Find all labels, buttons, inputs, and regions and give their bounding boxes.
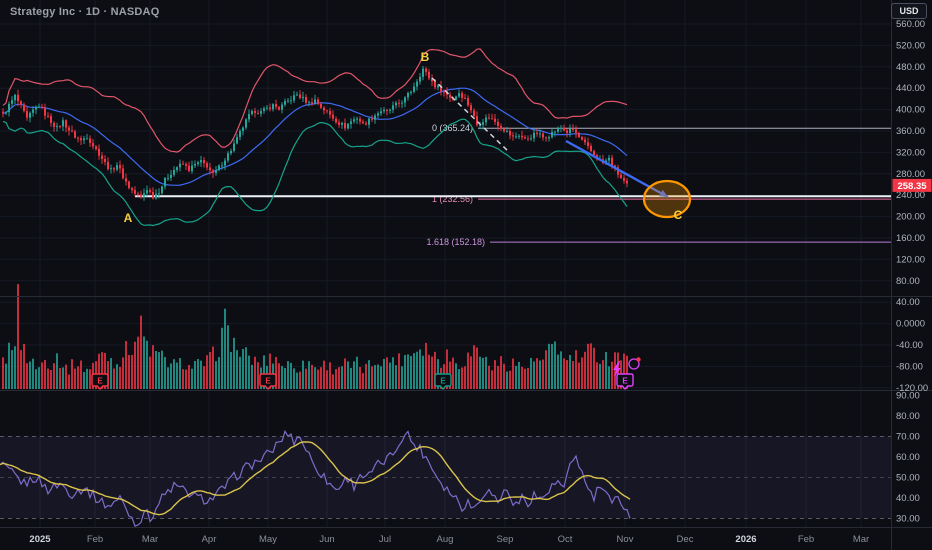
time-tick-label: Dec — [677, 534, 694, 545]
rsi-tick-label: 50.00 — [896, 473, 920, 484]
time-axis[interactable]: 2025 Feb Mar Apr May Jun Jul Aug Sep Oct Nov Dec 202… — [29, 534, 869, 545]
time-tick-label: Aug — [437, 534, 454, 545]
time-tick-label: Nov — [617, 534, 634, 545]
time-tick-label: May — [259, 534, 277, 545]
rsi-tick-label: 60.00 — [896, 452, 920, 463]
wave-label-b[interactable]: B — [421, 50, 430, 64]
svg-text:E: E — [622, 377, 628, 386]
time-tick-label: Mar — [142, 534, 158, 545]
wave-label-a[interactable]: A — [124, 211, 133, 225]
price-tick-label: 480.00 — [896, 62, 925, 73]
time-tick-label: Feb — [798, 534, 814, 545]
tradingview-window: 0 (365.24) 1 (232.56) 1.618 (152.18) E E E E A B… — [0, 0, 932, 550]
time-tick-label: Feb — [87, 534, 103, 545]
price-tick-label: 520.00 — [896, 40, 925, 51]
price-tick-label: 360.00 — [896, 126, 925, 137]
price-tick-label: 200.00 — [896, 212, 925, 223]
price-tick-label: 80.00 — [896, 276, 920, 287]
time-tick-label: Sep — [497, 534, 514, 545]
price-tick-label: 120.00 — [896, 254, 925, 265]
rsi-tick-label: 40.00 — [896, 493, 920, 504]
chart-canvas[interactable]: 0 (365.24)1 (232.56)1.618 (152.18)E E E EAB… — [0, 0, 932, 550]
alert-dot-icon — [636, 357, 641, 362]
time-tick-label: 2026 — [735, 534, 756, 545]
price-tick-label: 320.00 — [896, 147, 925, 158]
price-tick-label: 40.00 — [896, 297, 920, 308]
fib-level-label-2: 1.618 (152.18) — [426, 237, 485, 247]
highlight-circle[interactable] — [642, 179, 692, 219]
price-tick-label: -80.00 — [896, 361, 923, 372]
price-tick-label: 0.0000 — [896, 319, 925, 330]
wave-label-c[interactable]: C — [674, 208, 683, 222]
price-tick-label: 560.00 — [896, 19, 925, 30]
time-tick-label: Apr — [202, 534, 217, 545]
price-tick-label: 440.00 — [896, 83, 925, 94]
time-tick-label: Jul — [379, 534, 391, 545]
svg-text:E: E — [97, 377, 103, 386]
fib-level-label-0: 0 (365.24) — [432, 123, 473, 133]
svg-text:E: E — [440, 377, 446, 386]
price-tick-label: 400.00 — [896, 105, 925, 116]
time-tick-label: Oct — [558, 534, 573, 545]
time-tick-label: Mar — [853, 534, 869, 545]
rsi-tick-label: 30.00 — [896, 514, 920, 525]
price-tick-label: -40.00 — [896, 340, 923, 351]
price-tick-label: 280.00 — [896, 169, 925, 180]
rsi-tick-label: 70.00 — [896, 432, 920, 443]
time-tick-label: Jun — [319, 534, 334, 545]
svg-text:E: E — [265, 377, 271, 386]
last-price-value: 258.35 — [897, 181, 927, 192]
time-tick-label: 2025 — [29, 534, 51, 545]
symbol-title[interactable]: Strategy Inc · 1D · NASDAQ — [10, 6, 159, 18]
rsi-tick-label: 80.00 — [896, 411, 920, 422]
currency-toggle-button[interactable]: USD — [891, 3, 927, 19]
rsi-tick-label: 90.00 — [896, 391, 920, 402]
price-tick-label: 160.00 — [896, 233, 925, 244]
